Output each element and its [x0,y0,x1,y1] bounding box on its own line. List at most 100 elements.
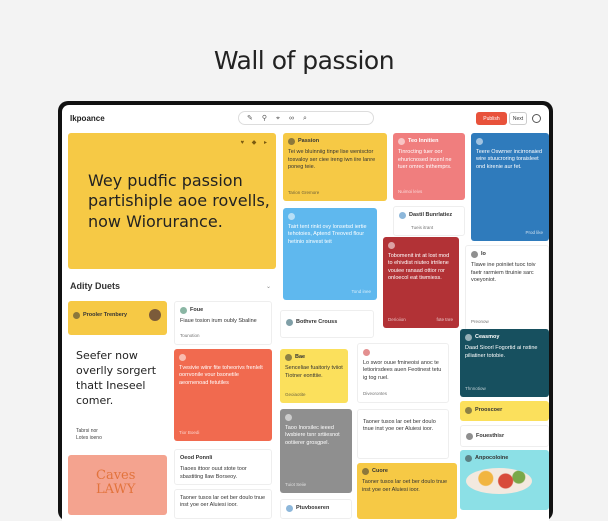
card-ponnli[interactable]: Oeod Ponnli Tiaoes ittoor ouut stote too… [174,449,272,485]
card-meta: Tounotion [180,332,200,338]
hero-text: Wey pudfic passion partiship​le aoe rove… [88,171,270,231]
avatar [149,309,161,321]
device-frame: Ikpoance ✎ ⚲ ⌖ ∞ ⌕ Publish Next ♥ ◆ ▸ We… [58,101,553,521]
card-body: Tinrocting tuer oor ehuricnosed incenl n… [398,149,452,171]
card-aawicunss[interactable]: Teere Oswrner incirronaied wire stuucror… [471,133,549,241]
profile-icon[interactable] [532,114,541,123]
app-screen: Ikpoance ✎ ⚲ ⌖ ∞ ⌕ Publish Next ♥ ◆ ▸ We… [62,105,549,521]
card-body: Senceliae fuaitoriy tviiot Tiotner eontt… [285,365,343,379]
hero-card[interactable]: ♥ ◆ ▸ Wey pudfic passion partiship​le ao… [68,133,276,269]
card-ptuvboseren[interactable]: Ptuvboseren [280,499,352,519]
card-meta: Tuiot Seiie [285,481,307,487]
card-bae[interactable]: Bae Senceliae fuaitoriy tviiot Tiotner e… [280,349,348,403]
card-meta: Tueis itrant [411,224,434,230]
card-title: Dastil Bunrlatiez [409,212,453,218]
publish-button[interactable]: Publish [476,112,507,125]
pin-icon[interactable]: ⌖ [276,115,280,122]
card-body: Taoner tusos lar oet ber doulo tnue inst… [180,495,266,509]
brand-logo: Ikpoance [70,113,105,123]
card-icon [286,505,293,513]
card-title: Foue [190,307,204,313]
edit-icon[interactable]: ✎ [247,115,253,122]
card-icon [288,213,295,220]
card-fouesthisr[interactable]: Fouesthisr [460,425,549,447]
card-meta: Thnnotiow [465,385,486,391]
card-blue[interactable]: Tairt tent rinkt ovy lonsetsd iertie teh… [283,208,377,300]
card-meta: Diveorontes [363,390,388,396]
quote-text: Seefer now overlly sorgert thatt Ineseel… [76,349,157,407]
card-orange[interactable]: Tvesivie wiinr fite toheorivs frenlelt o… [174,349,272,441]
card-io[interactable]: Io Tlawe ine poiniiet tuoc toiv faetr ra… [465,245,549,331]
card-meta: Geoiaotite [285,391,306,397]
card-white-2[interactable]: Taoner tusos lar oet ber doulo tnue inst… [357,409,449,459]
card-foue[interactable]: Foue Fiaue tosion irum oubly Sbaline Tou… [174,301,272,345]
card-icon [288,138,295,146]
card-body: Fiaue tosion irum oubly Sbaline [180,318,257,325]
quote-note: Tabrsi nor Lotes ioeno [76,428,102,441]
card-prooscoer[interactable]: Prooscoer [460,401,549,421]
card-title: Cuore [372,468,388,474]
card-white-note[interactable]: Lo swor ouue fmineoisi anoc te letiorirs… [357,343,449,403]
card-title: Fouesthisr [476,433,505,439]
card-icon [363,349,370,356]
card-anpocoloine[interactable]: Anpocoloine [460,450,549,510]
next-button[interactable]: Next [509,112,527,125]
card-title: Prooscoer [475,407,503,413]
card-meta: Preonow [471,318,489,324]
card-title: Ptuvboseren [296,505,330,511]
card-cuore[interactable]: Cuore Taoner tusos lar oet ber doulo tnu… [357,463,457,519]
card-body: Taoo Inorsilec ieeed Iwsbiere tsnr srtii… [285,425,340,446]
card-title: Teo Innitien [408,138,439,144]
filter-icon[interactable]: ⚲ [262,115,267,122]
card-grey[interactable]: Taoo Inorsilec ieeed Iwsbiere tsnr srtii… [280,409,352,493]
card-icon [465,407,472,415]
card-body: Daad Sioorl Fogortid ai nstine piliatine… [465,345,538,359]
card-title: Io [481,251,486,257]
avatar-icon [399,212,406,220]
warning-icon [476,138,483,145]
card-icon [398,138,405,146]
hero-actions-icons[interactable]: ♥ ◆ ▸ [240,139,270,147]
card-body: Tobomenit int at lost mod to ehivdist ni… [388,253,450,282]
card-ceasmoy[interactable]: Ceasmoy Daad Sioorl Fogortid ai nstine p… [460,329,549,397]
card-icon [362,468,369,476]
card-title: Bothvre Crouss [296,319,338,325]
card-dastil[interactable]: Dastil Bunrlatiez Tueis itrant [393,206,465,236]
caves-artwork: Caves LAWY [96,468,136,498]
card-body: Tiaoes ittoor ouut stote toor sbastiting… [180,466,247,480]
card-icon [471,251,478,259]
card-passion[interactable]: Passion Tei we bluinniig tinpe lise weni… [283,133,387,201]
card-innitien[interactable]: Teo Innitien Tinrocting tuer oor ehuricn… [393,133,465,200]
page-title: Wall of passion [213,46,395,75]
card-title: Bae [295,354,306,360]
toolbar[interactable]: ✎ ⚲ ⌖ ∞ ⌕ [238,111,374,125]
thermometer-icon [179,354,186,361]
card-icon [285,354,292,362]
alert-icon [388,242,395,249]
link-icon[interactable]: ∞ [289,115,294,122]
card-body: Tairt tent rinkt ovy lonsetsd iertie teh… [288,224,367,245]
chevron-down-icon[interactable]: ⌄ [266,283,271,290]
food-image [466,468,532,494]
card-title: Oeod Ponnli [180,455,213,461]
card-trenbery[interactable]: Prooler Trenbery [68,301,167,335]
card-icon [466,433,473,441]
card-cuore-2[interactable]: Taoner tusos lar oet ber doulo tnue inst… [174,489,272,519]
card-body: Taoner tusos lar oet ber doulo tnue inst… [362,479,448,493]
card-caves[interactable]: Caves LAWY [68,455,167,515]
card-crouss[interactable]: Bothvre Crouss [280,310,374,338]
card-title: Prooler Trenbery [83,312,128,318]
card-meta: Derioiion [388,316,406,322]
card-body: Tvesivie wiinr fite toheorivs frenlelt o… [179,365,263,386]
card-meta: fote tnre [436,316,453,322]
card-title: Ceasmoy [475,334,500,340]
card-icon [286,319,293,327]
search-icon[interactable]: ⌕ [303,115,307,122]
card-meta: Prod like [525,229,543,235]
card-icon [180,307,187,315]
card-body: Tlawe ine poiniiet tuoc toiv faetr rarmi… [471,262,536,284]
card-meta: Nuimoi leivs [398,188,423,194]
card-body: Tei we bluinniig tinpe lise wenisctor to… [288,149,376,171]
clock-icon [465,334,472,342]
card-red[interactable]: Tobomenit int at lost mod to ehivdist ni… [383,237,459,328]
